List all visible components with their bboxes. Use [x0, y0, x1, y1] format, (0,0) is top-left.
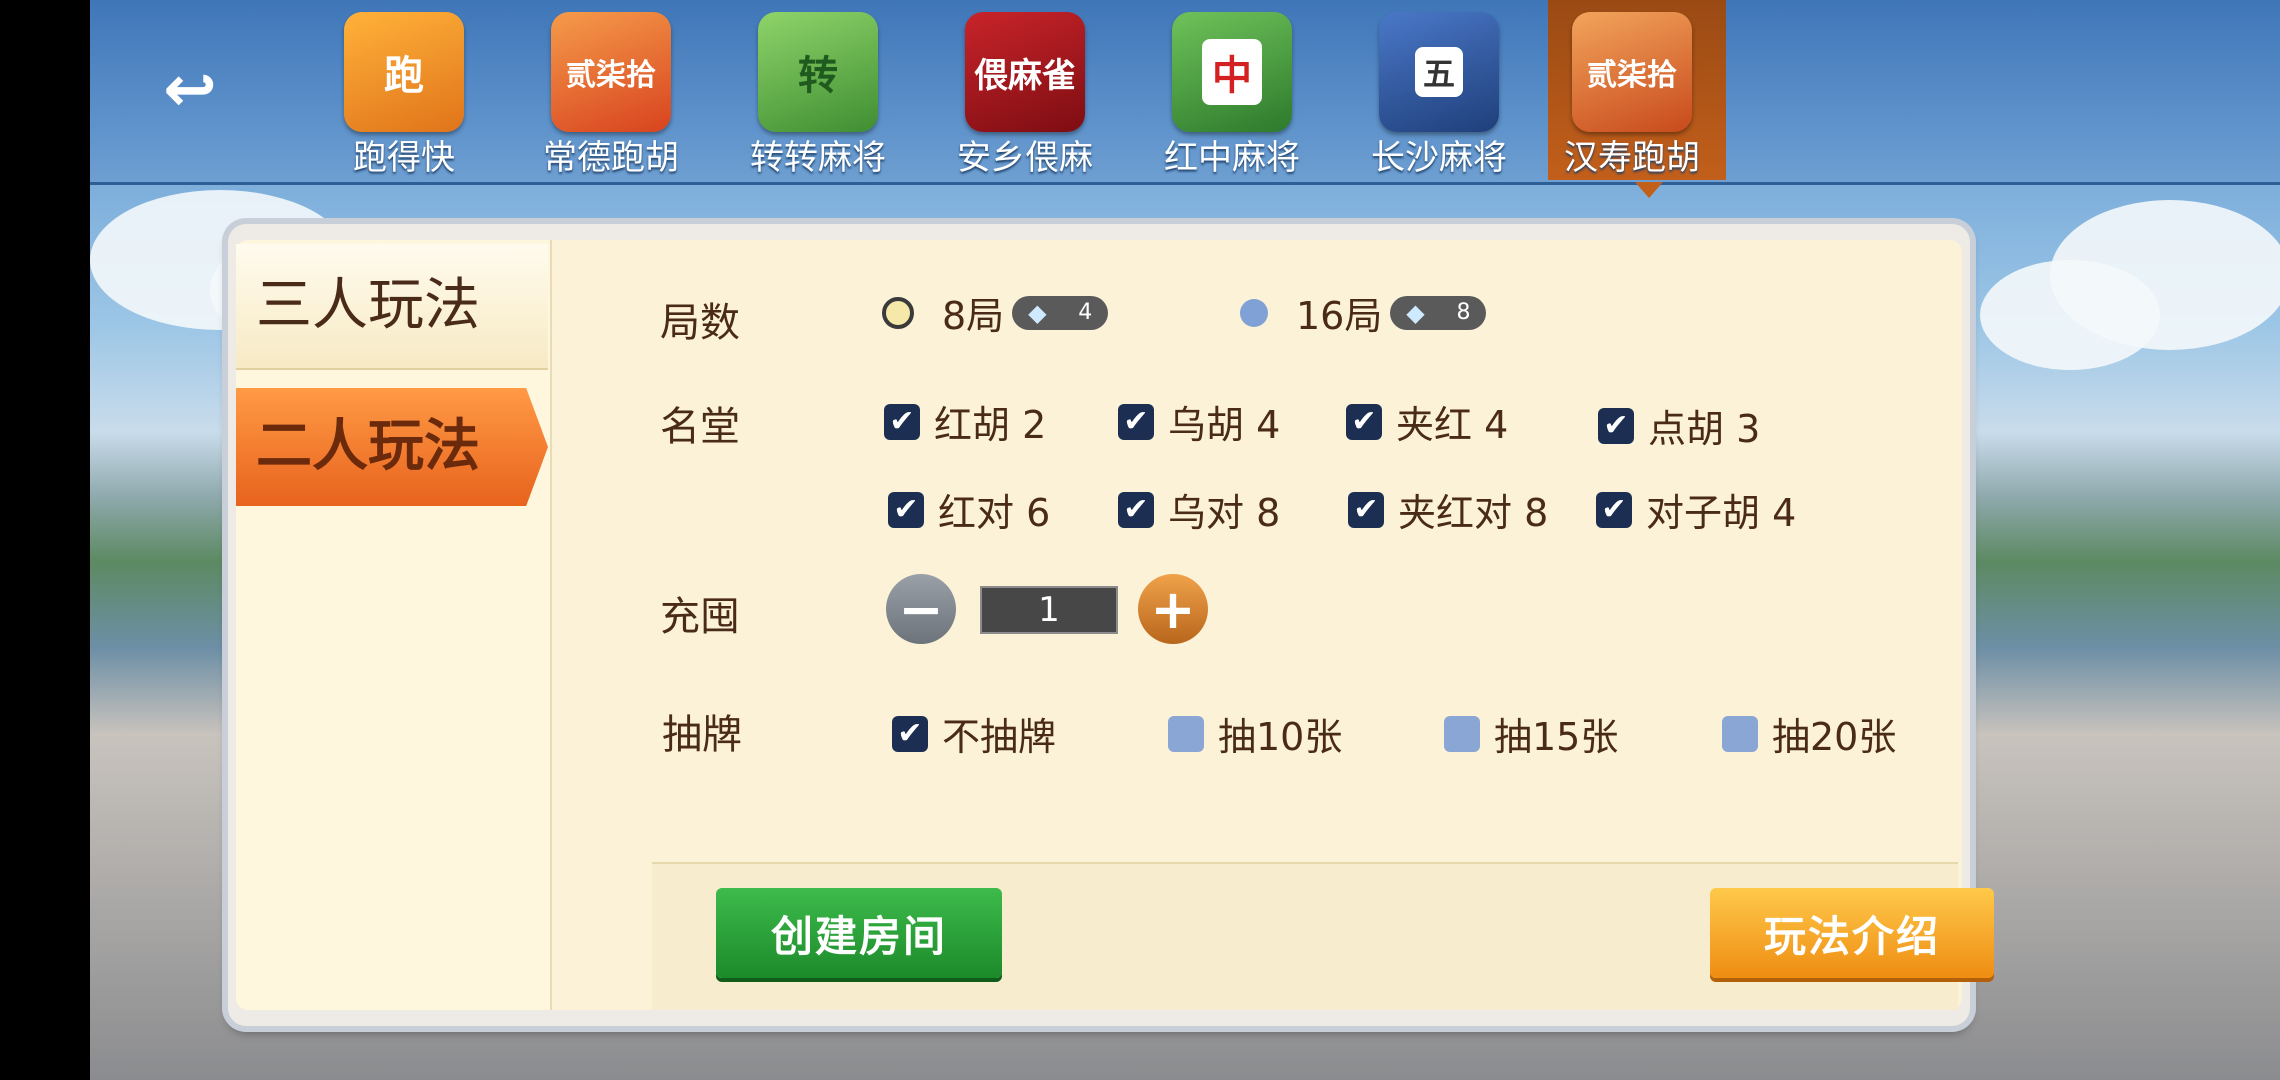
draw-option[interactable]: ✔抽10张: [1168, 706, 1342, 761]
mingtang-option[interactable]: ✔ 乌对 8: [1118, 482, 1280, 537]
checkbox-unchecked-icon: ✔: [1168, 715, 1204, 752]
draw-label: 抽牌: [662, 712, 742, 758]
checkbox-checked-icon: ✔: [892, 715, 928, 752]
diamond-icon: ◆: [1028, 298, 1047, 327]
checkbox-checked-icon: ✔: [1598, 407, 1634, 444]
checkbox-checked-icon: ✔: [1596, 491, 1632, 528]
game-tab-changde-paohu[interactable]: 贰柒拾 常德跑胡: [527, 0, 705, 180]
chongdun-value: 1: [980, 586, 1118, 634]
game-tab-anxiang-weima[interactable]: 偎麻雀 安乡偎麻: [941, 0, 1119, 180]
game-tab-label: 跑得快: [353, 138, 455, 178]
checkbox-unchecked-icon: ✔: [1444, 715, 1480, 752]
game-tab-label: 汉寿跑胡: [1564, 138, 1700, 178]
diamond-cost-badge: ◆ 8: [1390, 295, 1487, 330]
game-tab-paodekuai[interactable]: 跑 跑得快: [320, 0, 498, 180]
mingtang-option[interactable]: ✔ 乌胡 4: [1118, 394, 1280, 449]
draw-option[interactable]: ✔抽20张: [1722, 706, 1896, 761]
game-tab-hanshou-paohu[interactable]: 贰柒拾 汉寿跑胡: [1548, 0, 1726, 180]
tab-two-player[interactable]: 二人玩法: [236, 388, 548, 506]
checkbox-unchecked-icon: ✔: [1722, 715, 1758, 752]
mingtang-option[interactable]: ✔ 点胡 3: [1598, 398, 1760, 453]
zhuanzhuan-icon: 转: [758, 12, 878, 132]
game-tab-label: 安乡偎麻: [957, 138, 1093, 178]
game-tab-hongzhong-majiang[interactable]: 中 红中麻将: [1148, 0, 1326, 180]
anxiang-weima-icon: 偎麻雀: [965, 12, 1085, 132]
radio-unselected-icon: [1240, 298, 1268, 327]
game-tab-label: 转转麻将: [750, 138, 886, 178]
mingtang-option[interactable]: ✔ 夹红 4: [1346, 394, 1508, 449]
back-arrow-icon[interactable]: ↩: [150, 55, 230, 125]
game-tab-label: 长沙麻将: [1371, 138, 1507, 178]
rounds-option-8[interactable]: 8局 ◆ 4: [882, 285, 1109, 340]
decrement-button[interactable]: −: [886, 574, 956, 644]
create-room-button[interactable]: 创建房间: [716, 888, 1002, 978]
game-tab-zhuanzhuan-majiang[interactable]: 转 转转麻将: [734, 0, 912, 180]
mingtang-option[interactable]: ✔ 红胡 2: [884, 394, 1046, 449]
plus-icon: +: [1150, 577, 1196, 641]
mingtang-label: 名堂: [660, 404, 740, 450]
tab-three-player[interactable]: 三人玩法: [236, 244, 548, 370]
changsha-icon: 五: [1379, 12, 1499, 132]
rounds-option-16[interactable]: 16局 ◆ 8: [1240, 285, 1487, 340]
checkbox-checked-icon: ✔: [1118, 491, 1154, 528]
mingtang-option[interactable]: ✔ 红对 6: [888, 482, 1050, 537]
increment-button[interactable]: +: [1138, 574, 1208, 644]
hongzhong-icon: 中: [1172, 12, 1292, 132]
checkbox-checked-icon: ✔: [888, 491, 924, 528]
rules-intro-button[interactable]: 玩法介绍: [1710, 888, 1994, 978]
mingtang-option[interactable]: ✔ 夹红对 8: [1348, 482, 1548, 537]
changde-paohu-icon: 贰柒拾: [551, 12, 671, 132]
checkbox-checked-icon: ✔: [1118, 403, 1154, 440]
hanshou-paohu-icon: 贰柒拾: [1572, 12, 1692, 132]
mingtang-option[interactable]: ✔ 对子胡 4: [1596, 482, 1796, 537]
diamond-cost-badge: ◆ 4: [1012, 295, 1109, 330]
checkbox-checked-icon: ✔: [884, 403, 920, 440]
radio-selected-icon: [882, 296, 914, 329]
draw-option[interactable]: ✔ 不抽牌: [892, 706, 1056, 761]
game-tab-bar: ↩ 跑 跑得快 贰柒拾 常德跑胡 转 转转麻将 偎麻雀 安乡偎麻 中 红中麻将 …: [90, 0, 2280, 185]
chongdun-label: 充囤: [660, 594, 740, 640]
checkbox-checked-icon: ✔: [1346, 403, 1382, 440]
diamond-icon: ◆: [1406, 298, 1425, 327]
paodekuai-icon: 跑: [344, 12, 464, 132]
draw-option[interactable]: ✔抽15张: [1444, 706, 1618, 761]
rounds-label: 局数: [660, 300, 740, 346]
active-tab-pointer: [1635, 182, 1663, 198]
game-tab-label: 常德跑胡: [543, 138, 679, 178]
game-tab-label: 红中麻将: [1164, 138, 1300, 178]
checkbox-checked-icon: ✔: [1348, 491, 1384, 528]
game-tab-changsha-majiang[interactable]: 五 长沙麻将: [1355, 0, 1533, 180]
minus-icon: −: [898, 577, 944, 641]
